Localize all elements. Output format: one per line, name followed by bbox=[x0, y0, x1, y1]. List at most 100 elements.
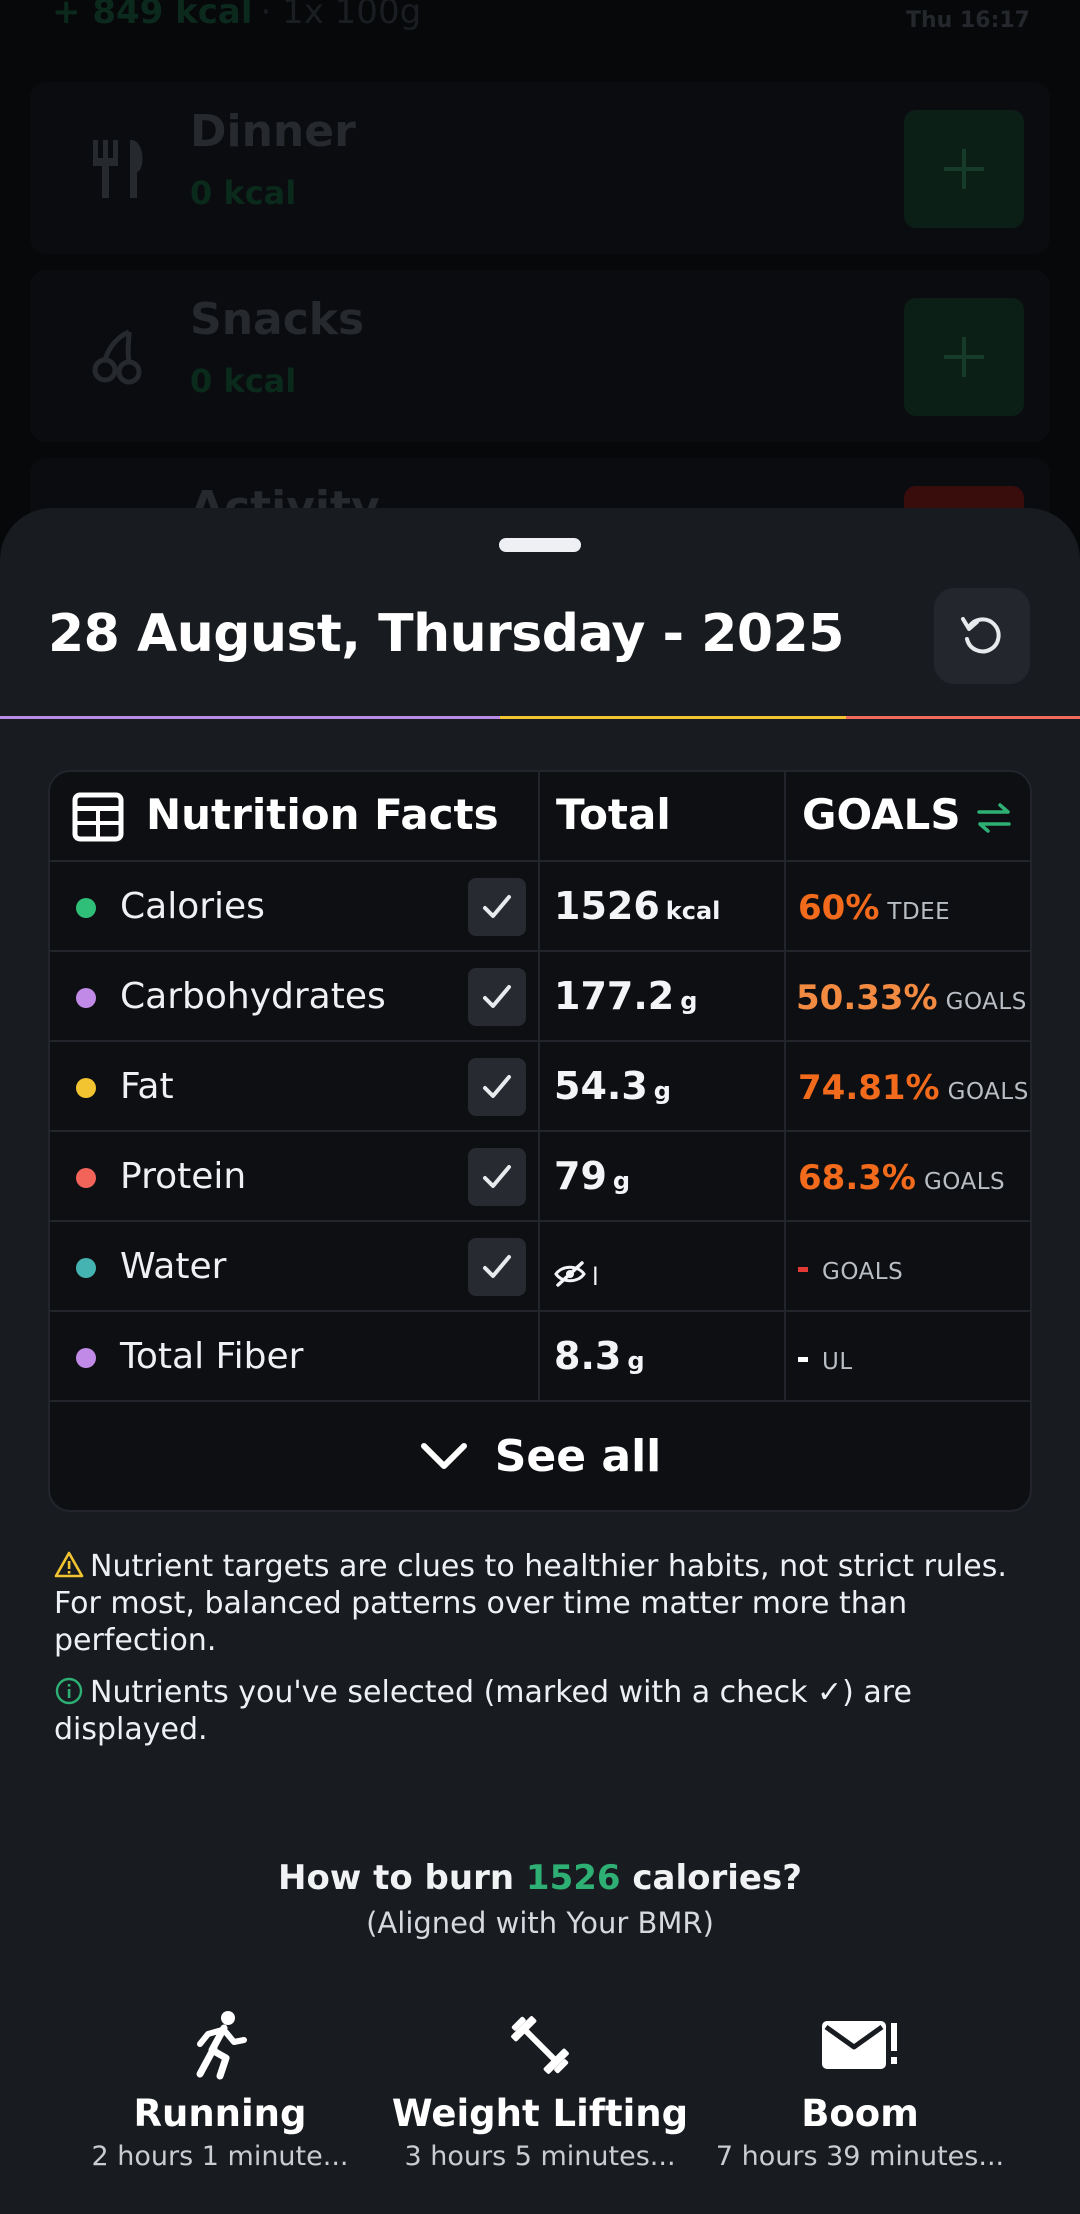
meal-card-snacks[interactable]: Snacks 0 kcal bbox=[30, 270, 1050, 442]
check-icon bbox=[483, 1075, 511, 1098]
goal-percent: UL bbox=[798, 1338, 853, 1378]
nutrition-facts-heading: Nutrition Facts bbox=[146, 790, 499, 839]
nutrient-total: l bbox=[554, 1250, 599, 1294]
activity-weight-lifting[interactable]: Weight Lifting 3 hours 5 minutes... bbox=[380, 2008, 700, 2172]
sheet-date-title: 28 August, Thursday - 2025 bbox=[48, 604, 844, 664]
meal-card-dinner[interactable]: Dinner 0 kcal bbox=[30, 82, 1050, 254]
table-row[interactable]: Carbohydrates 177.2 g 50.33% GOALS bbox=[50, 952, 1030, 1042]
nutrient-checkbox[interactable] bbox=[468, 1238, 526, 1296]
warning-text: Nutrient targets are clues to healthier … bbox=[54, 1549, 1007, 1658]
table-row[interactable]: Total Fiber 8.3 g UL bbox=[50, 1312, 1030, 1402]
nutrient-total: 54.3 g bbox=[554, 1064, 671, 1108]
meal-kcal: 0 kcal bbox=[190, 362, 297, 400]
activity-name: Running bbox=[133, 2092, 307, 2135]
activity-duration: 2 hours 1 minute... bbox=[91, 2141, 349, 2172]
nutrient-total: 177.2 g bbox=[554, 974, 698, 1018]
goal-percent: 50.33% GOALS bbox=[796, 978, 1027, 1018]
add-dinner-button[interactable] bbox=[904, 110, 1024, 228]
refresh-button[interactable] bbox=[934, 588, 1030, 684]
nutrient-total: 79 g bbox=[554, 1154, 631, 1198]
previous-item-kcal: + 849 kcal bbox=[52, 0, 253, 32]
nutrient-label: Calories bbox=[120, 886, 265, 927]
chevron-down-icon bbox=[420, 1443, 467, 1469]
nutrition-facts-table: Nutrition Facts Total GOALS Calories 152… bbox=[48, 770, 1032, 1512]
info-note: Nutrients you've selected (marked with a… bbox=[54, 1674, 1034, 1748]
previous-item-time: Thu 16:17 bbox=[905, 8, 1030, 33]
nutrient-checkbox[interactable] bbox=[468, 1058, 526, 1116]
info-icon bbox=[55, 1677, 83, 1705]
activity-duration: 3 hours 5 minutes... bbox=[404, 2141, 676, 2172]
previous-item-summary: + 849 kcal · 1x 100g bbox=[52, 0, 421, 32]
background-page: + 849 kcal · 1x 100g Thu 16:17 Dinner 0 k… bbox=[0, 0, 1080, 630]
nutrient-label: Water bbox=[120, 1246, 227, 1287]
check-icon bbox=[483, 895, 511, 918]
carbohydrates-dot bbox=[76, 988, 96, 1008]
table-row[interactable]: Calories 1526 kcal 60% TDEE bbox=[50, 862, 1030, 952]
previous-item-portion: · 1x 100g bbox=[260, 0, 422, 32]
total-fiber-dot bbox=[76, 1348, 96, 1368]
nutrient-checkbox[interactable] bbox=[468, 1148, 526, 1206]
protein-segment bbox=[846, 716, 1080, 719]
table-row[interactable]: Water l GOALS bbox=[50, 1222, 1030, 1312]
meal-kcal: 0 kcal bbox=[190, 174, 297, 212]
swap-arrows-icon[interactable] bbox=[976, 802, 1012, 834]
calories-dot bbox=[76, 898, 96, 918]
no-value-dash bbox=[798, 1267, 808, 1272]
nutrient-label: Protein bbox=[120, 1156, 247, 1197]
meal-title: Dinner bbox=[190, 106, 356, 157]
fat-dot bbox=[76, 1078, 96, 1098]
nutrient-label: Fat bbox=[120, 1066, 174, 1107]
nutrient-total: 8.3 g bbox=[554, 1334, 645, 1378]
warning-note: Nutrient targets are clues to healthier … bbox=[54, 1548, 1034, 1659]
fat-segment bbox=[500, 716, 846, 719]
day-summary-sheet: 28 August, Thursday - 2025 Nutrition Fac… bbox=[0, 508, 1080, 2214]
meal-title: Snacks bbox=[190, 294, 365, 345]
activity-running[interactable]: Running 2 hours 1 minute... bbox=[60, 2008, 380, 2172]
table-row[interactable]: Protein 79 g 68.3% GOALS bbox=[50, 1132, 1030, 1222]
mail-alert-icon bbox=[822, 2021, 897, 2069]
refresh-icon bbox=[961, 617, 1001, 654]
goal-percent: 74.81% GOALS bbox=[798, 1068, 1029, 1108]
dumbbell-icon bbox=[511, 2016, 569, 2074]
fork-knife-icon bbox=[54, 108, 184, 228]
check-icon bbox=[483, 1255, 511, 1278]
protein-dot bbox=[76, 1168, 96, 1188]
running-icon bbox=[196, 2011, 247, 2080]
no-value-dash bbox=[798, 1357, 808, 1362]
nutrient-label: Total Fiber bbox=[120, 1336, 304, 1377]
nutrient-checkbox[interactable] bbox=[468, 878, 526, 936]
goal-percent: GOALS bbox=[798, 1248, 903, 1288]
info-text: Nutrients you've selected (marked with a… bbox=[54, 1675, 912, 1747]
check-icon bbox=[483, 1165, 511, 1188]
plus-icon bbox=[944, 149, 984, 189]
add-snacks-button[interactable] bbox=[904, 298, 1024, 416]
table-row[interactable]: Fat 54.3 g 74.81% GOALS bbox=[50, 1042, 1030, 1132]
total-column-heading: Total bbox=[556, 790, 671, 839]
macro-color-bar bbox=[0, 716, 1080, 719]
see-all-label: See all bbox=[494, 1430, 662, 1482]
nutrient-label: Carbohydrates bbox=[120, 976, 386, 1017]
cherry-icon bbox=[54, 296, 184, 416]
nutrient-checkbox[interactable] bbox=[468, 968, 526, 1026]
burn-calories-value: 1526 bbox=[525, 1858, 621, 1898]
goal-percent: 68.3% GOALS bbox=[798, 1158, 1006, 1198]
burn-subtitle: (Aligned with Your BMR) bbox=[366, 1906, 714, 1940]
sheet-drag-handle[interactable] bbox=[499, 538, 581, 552]
table-header-row: Nutrition Facts Total GOALS bbox=[50, 772, 1030, 862]
activity-boom[interactable]: Boom 7 hours 39 minutes... bbox=[700, 2008, 1020, 2172]
nutrient-total: 1526 kcal bbox=[554, 884, 721, 928]
activity-duration: 7 hours 39 minutes... bbox=[715, 2141, 1005, 2172]
hidden-eye-icon bbox=[554, 1261, 586, 1287]
activity-name: Weight Lifting bbox=[391, 2092, 689, 2135]
warning-icon bbox=[54, 1551, 84, 1578]
carbs-segment bbox=[0, 716, 500, 719]
plus-icon bbox=[944, 337, 984, 377]
water-dot bbox=[76, 1258, 96, 1278]
see-all-button[interactable]: See all bbox=[50, 1402, 1030, 1510]
activity-name: Boom bbox=[801, 2092, 919, 2135]
burn-heading: How to burn 1526 calories? bbox=[278, 1858, 802, 1898]
goal-percent: 60% TDEE bbox=[798, 888, 951, 928]
goals-column-heading[interactable]: GOALS bbox=[802, 790, 961, 839]
check-icon bbox=[483, 985, 511, 1008]
table-icon bbox=[72, 792, 124, 842]
